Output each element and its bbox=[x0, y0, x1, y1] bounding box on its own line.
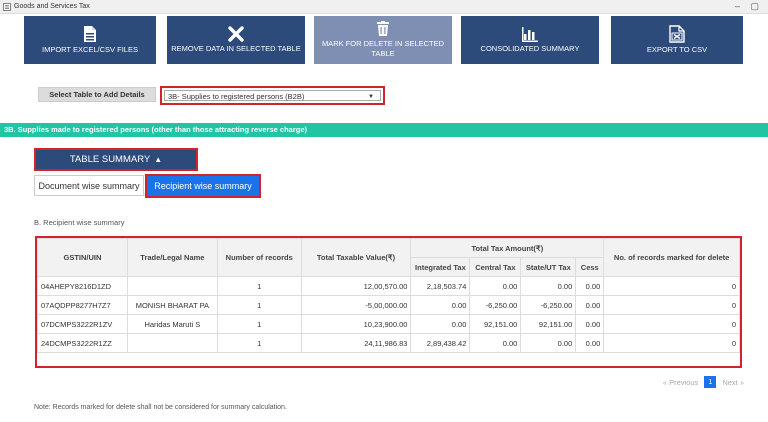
header-integrated-tax: Integrated Tax bbox=[410, 257, 471, 277]
cell-gstin: 07AQDPP8277H7Z7 bbox=[37, 295, 128, 315]
close-icon bbox=[228, 26, 244, 42]
cell-taxable-value: -5,00,000.00 bbox=[300, 295, 412, 315]
mark-delete-button-label: MARK FOR DELETE IN SELECTED TABLE bbox=[321, 39, 445, 58]
cell-marked-delete: 0 bbox=[603, 314, 740, 334]
cell-taxable-value: 12,00,570.00 bbox=[300, 276, 412, 296]
cell-central-tax: 92,151.00 bbox=[469, 314, 522, 334]
table-select[interactable]: 3B- Supplies to registered persons (B2B)… bbox=[164, 90, 381, 101]
cell-trade-name: Haridas Maruti S bbox=[126, 314, 218, 334]
cell-taxable-value: 24,11,986.83 bbox=[300, 333, 412, 353]
cell-central-tax: 0.00 bbox=[469, 276, 522, 296]
section-header: 3B. Supplies made to registered persons … bbox=[0, 123, 768, 137]
cell-marked-delete: 0 bbox=[603, 333, 740, 353]
table-select-highlight[interactable]: 3B- Supplies to registered persons (B2B)… bbox=[160, 86, 385, 105]
cell-marked-delete: 0 bbox=[603, 276, 740, 296]
cell-cess: 0.00 bbox=[575, 295, 605, 315]
trash-icon bbox=[377, 21, 389, 36]
select-table-label: Select Table to Add Details bbox=[38, 87, 156, 102]
chevron-up-icon: ▲ bbox=[154, 155, 163, 164]
next-page-link[interactable]: Next » bbox=[722, 378, 744, 387]
tab-recipient-wise-summary[interactable]: Recipient wise summary bbox=[145, 174, 261, 198]
cell-central-tax: -6,250.00 bbox=[469, 295, 522, 315]
header-trade-name: Trade/Legal Name bbox=[126, 238, 218, 277]
window-title: Goods and Services Tax bbox=[14, 3, 90, 10]
cell-state-ut-tax: 92,151.00 bbox=[520, 314, 577, 334]
cell-trade-name bbox=[126, 333, 218, 353]
cell-state-ut-tax: -6,250.00 bbox=[520, 295, 577, 315]
window-titlebar: Goods and Services Tax – ▢ bbox=[0, 0, 768, 14]
table-select-value: 3B- Supplies to registered persons (B2B) bbox=[168, 92, 305, 101]
table-summary-toggle[interactable]: TABLE SUMMARY ▲ bbox=[34, 148, 198, 171]
cell-records: 1 bbox=[216, 333, 302, 353]
table-row[interactable]: 04AHEPY8216D1ZD 1 12,00,570.00 2,18,503.… bbox=[37, 276, 740, 296]
cell-gstin: 24DCMPS3222R1ZZ bbox=[37, 333, 128, 353]
cell-central-tax: 0.00 bbox=[469, 333, 522, 353]
bar-chart-icon bbox=[522, 27, 538, 42]
header-total-tax-amount: Total Tax Amount(₹) bbox=[410, 238, 605, 258]
recipient-summary-heading: B. Recipient wise summary bbox=[34, 218, 125, 227]
cell-integrated-tax: 2,89,438.42 bbox=[410, 333, 471, 353]
table-row[interactable]: 24DCMPS3222R1ZZ 1 24,11,986.83 2,89,438.… bbox=[37, 333, 740, 353]
maximize-button[interactable]: ▢ bbox=[750, 0, 759, 13]
cell-gstin: 04AHEPY8216D1ZD bbox=[37, 276, 128, 296]
export-csv-button[interactable]: EXPORT TO CSV bbox=[611, 16, 743, 64]
export-button-label: EXPORT TO CSV bbox=[646, 45, 708, 54]
table-summary-label: TABLE SUMMARY bbox=[69, 154, 151, 165]
consolidated-summary-button[interactable]: CONSOLIDATED SUMMARY bbox=[461, 16, 599, 64]
cell-integrated-tax: 2,18,503.74 bbox=[410, 276, 471, 296]
cell-marked-delete: 0 bbox=[603, 295, 740, 315]
cell-cess: 0.00 bbox=[575, 276, 605, 296]
import-excel-csv-button[interactable]: IMPORT EXCEL/CSV FILES bbox=[24, 16, 156, 64]
table-row[interactable]: 07AQDPP8277H7Z7 MONISH BHARAT PA 1 -5,00… bbox=[37, 295, 740, 315]
page-number-current[interactable]: 1 bbox=[704, 376, 717, 388]
header-number-of-records: Number of records bbox=[216, 238, 302, 277]
summary-note: Note: Records marked for delete shall no… bbox=[34, 404, 287, 411]
header-records-marked-delete: No. of records marked for delete bbox=[603, 238, 740, 277]
cell-integrated-tax: 0.00 bbox=[410, 295, 471, 315]
cell-trade-name bbox=[126, 276, 218, 296]
cell-records: 1 bbox=[216, 295, 302, 315]
header-total-taxable-value: Total Taxable Value(₹) bbox=[300, 238, 412, 277]
recipient-summary-table: GSTIN/UIN Trade/Legal Name Number of rec… bbox=[37, 238, 740, 353]
cell-taxable-value: 10,23,900.00 bbox=[300, 314, 412, 334]
cell-records: 1 bbox=[216, 276, 302, 296]
app-icon bbox=[3, 2, 11, 11]
pagination: « Previous 1 Next » bbox=[663, 376, 744, 388]
header-gstin: GSTIN/UIN bbox=[37, 238, 128, 277]
remove-data-button[interactable]: REMOVE DATA IN SELECTED TABLE bbox=[167, 16, 305, 64]
recipient-summary-table-wrap: GSTIN/UIN Trade/Legal Name Number of rec… bbox=[35, 236, 742, 368]
remove-button-label: REMOVE DATA IN SELECTED TABLE bbox=[171, 44, 301, 53]
tab-document-wise-summary[interactable]: Document wise summary bbox=[34, 175, 144, 196]
export-csv-icon bbox=[669, 25, 685, 43]
chevron-down-icon: ▼ bbox=[368, 94, 374, 100]
header-central-tax: Central Tax bbox=[469, 257, 522, 277]
file-import-icon bbox=[84, 26, 96, 42]
consolidated-button-label: CONSOLIDATED SUMMARY bbox=[480, 44, 580, 53]
table-row[interactable]: 07DCMPS3222R1ZV Haridas Maruti S 1 10,23… bbox=[37, 314, 740, 334]
cell-cess: 0.00 bbox=[575, 333, 605, 353]
cell-state-ut-tax: 0.00 bbox=[520, 276, 577, 296]
cell-state-ut-tax: 0.00 bbox=[520, 333, 577, 353]
cell-records: 1 bbox=[216, 314, 302, 334]
cell-cess: 0.00 bbox=[575, 314, 605, 334]
header-cess: Cess bbox=[575, 257, 605, 277]
mark-for-delete-button[interactable]: MARK FOR DELETE IN SELECTED TABLE bbox=[314, 16, 452, 64]
cell-trade-name: MONISH BHARAT PA bbox=[126, 295, 218, 315]
header-state-ut-tax: State/UT Tax bbox=[520, 257, 577, 277]
previous-page-link[interactable]: « Previous bbox=[663, 378, 698, 387]
cell-gstin: 07DCMPS3222R1ZV bbox=[37, 314, 128, 334]
cell-integrated-tax: 0.00 bbox=[410, 314, 471, 334]
minimize-button[interactable]: – bbox=[735, 0, 740, 13]
import-button-label: IMPORT EXCEL/CSV FILES bbox=[41, 45, 138, 54]
